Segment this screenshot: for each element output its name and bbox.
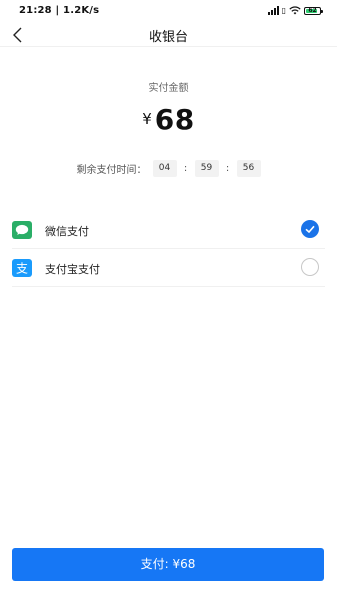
countdown-seconds: 56 [236,160,261,177]
network-type-icon: ▯ [281,6,286,15]
unselected-radio-icon[interactable] [301,258,319,276]
page-title: 收银台 [148,30,188,45]
signal-icon [267,6,279,15]
status-time: 21:28 | 1.2K/s [19,5,100,16]
payment-countdown: 剩余支付时间： 04 : 59 : 56 [0,160,337,177]
status-icons: ▯ 62 [267,6,323,15]
pay-button[interactable]: 支付: ¥68 [12,548,324,581]
selected-check-icon[interactable] [301,220,319,238]
countdown-label: 剩余支付时间： [76,165,147,176]
payment-option-wechat[interactable]: 微信支付 [12,212,325,249]
countdown-separator: : [183,163,188,174]
currency-symbol: ¥ [142,110,152,128]
alipay-icon: 支 [12,259,32,277]
payment-option-alipay[interactable]: 支 支付宝支付 [12,250,325,287]
battery-level: 62 [308,6,317,14]
amount-label: 实付金额 [148,83,189,94]
wifi-icon [289,6,301,15]
payment-option-label: 支付宝支付 [45,263,100,276]
amount-value: 68 [154,103,195,136]
wechat-pay-icon [12,221,32,239]
amount-display: ¥68 [0,103,337,136]
countdown-separator: : [225,163,230,174]
nav-bar: 收银台 [0,24,337,47]
status-bar: 21:28 | 1.2K/s ▯ 62 [0,0,337,24]
countdown-hours: 04 [152,160,177,177]
payment-option-label: 微信支付 [45,225,89,238]
countdown-minutes: 59 [194,160,219,177]
svg-text:支: 支 [16,262,28,276]
battery-icon: 62 [304,6,323,15]
